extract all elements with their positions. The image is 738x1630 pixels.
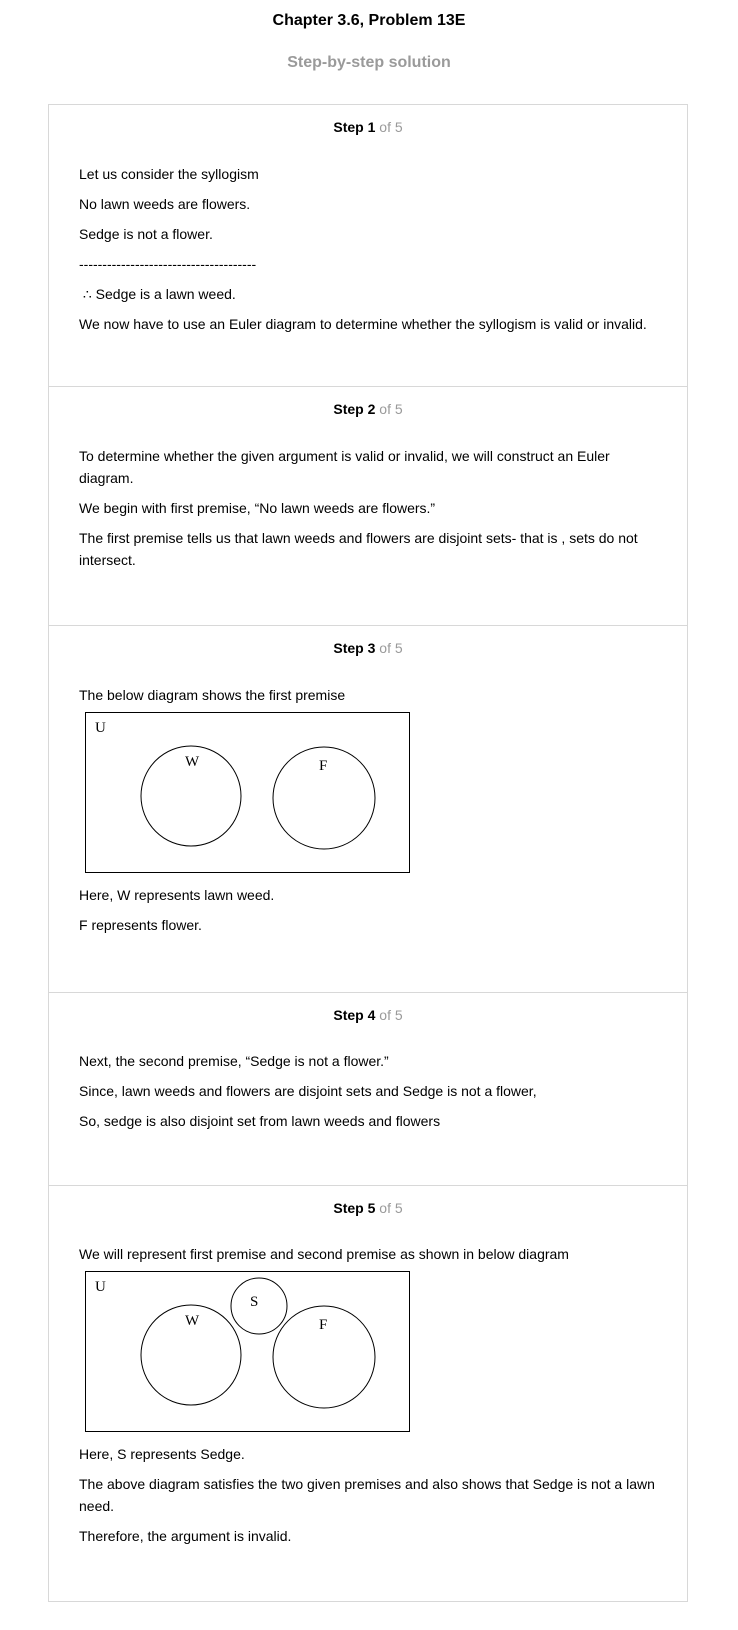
step-text: We now have to use an Euler diagram to d…	[79, 316, 647, 332]
step-body: We will represent first premise and seco…	[79, 1243, 659, 1555]
lawn-weed-label: W	[185, 1313, 200, 1329]
step-number: 2	[367, 401, 376, 417]
step-text: The below diagram shows the first premis…	[79, 687, 346, 703]
step-total: of 5	[379, 1200, 403, 1216]
euler-diagram-first-premise: U W F	[85, 712, 410, 873]
universe-rect	[85, 1271, 410, 1432]
step-header: Step 2 of 5	[49, 400, 687, 418]
step-number: 3	[367, 640, 376, 656]
sedge-label: S	[250, 1294, 258, 1310]
step-text: Here, W represents lawn weed.	[79, 887, 275, 903]
separator-line: --------------------------------------	[79, 256, 257, 272]
step-body: Let us consider the syllogism No lawn we…	[79, 163, 659, 343]
step-3: Step 3 of 5 The below diagram shows the …	[49, 626, 687, 993]
step-label: Step	[333, 119, 364, 135]
solution-container: Step 1 of 5 Let us consider the syllogis…	[48, 104, 688, 1602]
universe-rect	[85, 712, 410, 873]
step-text: Let us consider the syllogism	[79, 166, 259, 182]
step-number: 5	[367, 1200, 376, 1216]
lawn-weed-label: W	[185, 754, 200, 770]
step-total: of 5	[379, 1007, 403, 1023]
step-body: The below diagram shows the first premis…	[79, 684, 659, 944]
page-title: Chapter 3.6, Problem 13E	[272, 12, 466, 29]
step-text: Since, lawn weeds and flowers are disjoi…	[79, 1083, 537, 1099]
step-header: Step 4 of 5	[49, 1006, 687, 1024]
step-text: Sedge is not a flower.	[79, 226, 213, 242]
step-text: The above diagram satisfies the two give…	[79, 1476, 655, 1514]
step-total: of 5	[379, 119, 403, 135]
step-header: Step 3 of 5	[49, 639, 687, 657]
step-text: To determine whether the given argument …	[79, 448, 610, 486]
page-subtitle: Step-by-step solution	[287, 54, 451, 71]
step-4: Step 4 of 5 Next, the second premise, “S…	[49, 993, 687, 1186]
step-text: The first premise tells us that lawn wee…	[79, 530, 638, 568]
step-number: 4	[367, 1007, 376, 1023]
step-text: Here, S represents Sedge.	[79, 1446, 245, 1462]
step-label: Step	[333, 640, 364, 656]
step-text: No lawn weeds are flowers.	[79, 196, 251, 212]
step-5: Step 5 of 5 We will represent first prem…	[49, 1186, 687, 1601]
step-label: Step	[333, 1200, 364, 1216]
step-text: We will represent first premise and seco…	[79, 1246, 569, 1262]
euler-diagram-both-premises: U S W F	[85, 1271, 410, 1432]
step-text: ∴ Sedge is a lawn weed.	[79, 286, 236, 302]
step-total: of 5	[379, 401, 403, 417]
step-text: We begin with first premise, “No lawn we…	[79, 500, 436, 516]
step-text: So, sedge is also disjoint set from lawn…	[79, 1113, 441, 1129]
flower-label: F	[319, 758, 327, 774]
step-number: 1	[367, 119, 376, 135]
step-label: Step	[333, 1007, 364, 1023]
step-body: Next, the second premise, “Sedge is not …	[79, 1050, 659, 1140]
step-text: Next, the second premise, “Sedge is not …	[79, 1053, 389, 1069]
flower-label: F	[319, 1317, 327, 1333]
step-2: Step 2 of 5 To determine whether the giv…	[49, 387, 687, 626]
universe-label: U	[95, 720, 106, 736]
step-text: F represents flower.	[79, 917, 202, 933]
step-text: Therefore, the argument is invalid.	[79, 1528, 292, 1544]
step-header: Step 5 of 5	[49, 1199, 687, 1217]
step-header: Step 1 of 5	[49, 118, 687, 136]
universe-label: U	[95, 1279, 106, 1295]
step-1: Step 1 of 5 Let us consider the syllogis…	[49, 105, 687, 387]
sedge-set	[230, 1277, 288, 1335]
step-total: of 5	[379, 640, 403, 656]
step-body: To determine whether the given argument …	[79, 445, 659, 579]
step-label: Step	[333, 401, 364, 417]
